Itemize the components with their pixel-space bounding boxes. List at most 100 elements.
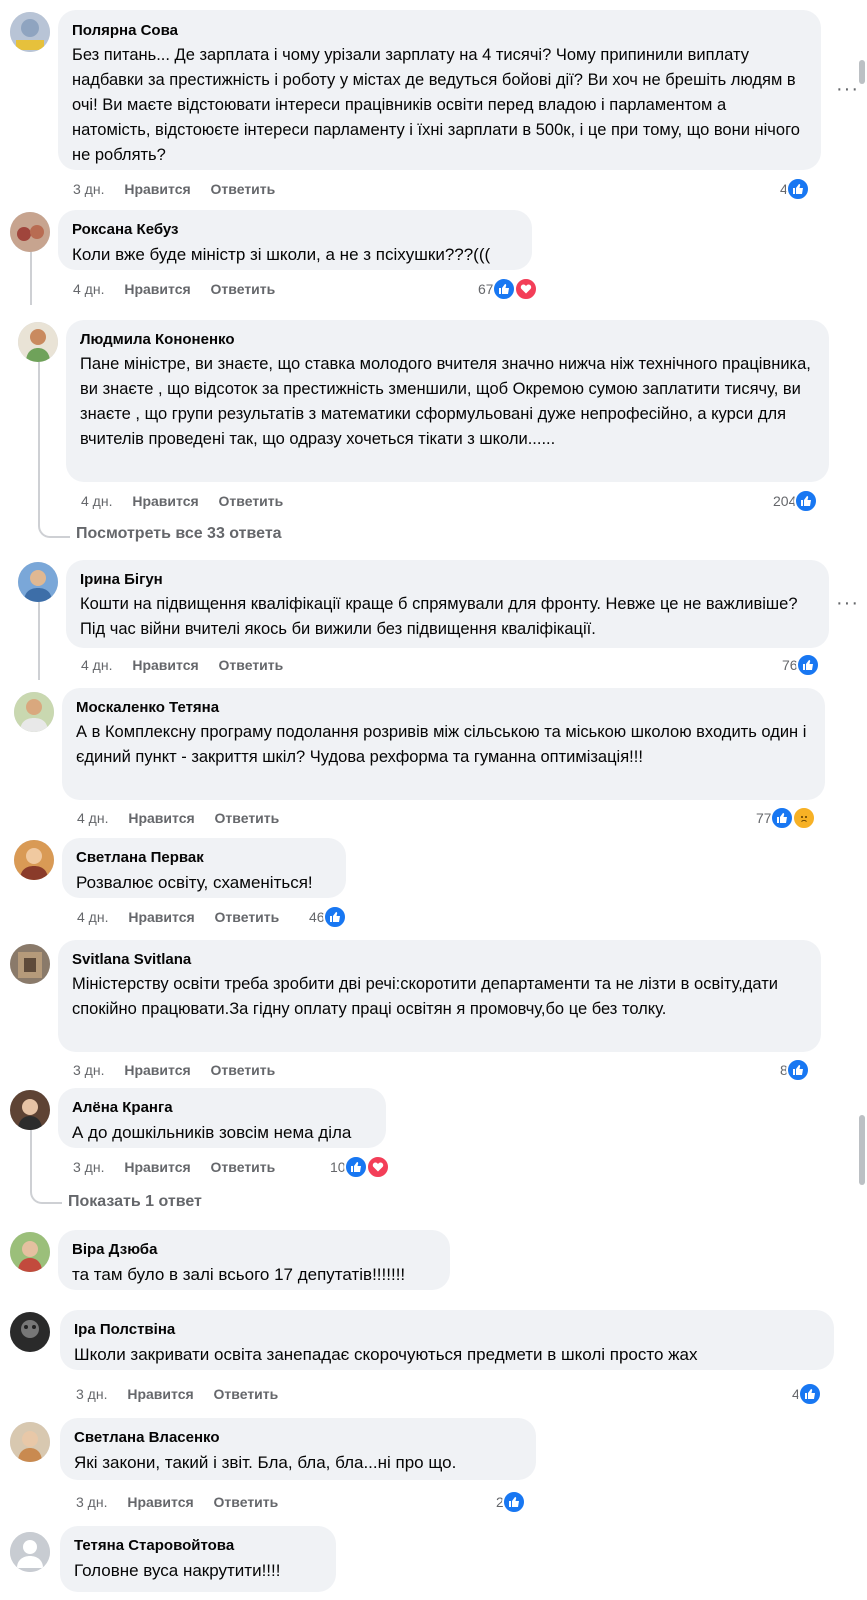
reactions[interactable]: 204 [773, 489, 819, 513]
comment-bubble: Светлана Власенко Які закони, такий і зв… [60, 1418, 536, 1480]
comment-text: Школи закривати освіта занепадає скорочу… [74, 1345, 698, 1364]
comment-time[interactable]: 4 дн. [73, 281, 104, 297]
reactions[interactable]: 77 [756, 806, 816, 830]
avatar[interactable] [10, 12, 50, 52]
reactions[interactable]: 46 [309, 905, 347, 929]
like-button[interactable]: Нравится [127, 1386, 193, 1402]
comment-bubble: Ірина Бігун Кошти на підвищення кваліфік… [66, 560, 829, 648]
comment-meta: 3 дн. Нравится Ответить [76, 1386, 294, 1402]
thumbs-up-icon [785, 1058, 810, 1082]
like-button[interactable]: Нравится [132, 657, 198, 673]
view-all-replies-link[interactable]: Посмотреть все 33 ответа [76, 525, 282, 543]
avatar[interactable] [10, 944, 50, 984]
reply-button[interactable]: Ответить [211, 1062, 276, 1078]
thumbs-up-icon [343, 1155, 368, 1179]
reply-button[interactable]: Ответить [219, 657, 284, 673]
comment-author[interactable]: Светлана Первак [76, 848, 332, 868]
comment-text: Які закони, такий і звіт. Бла, бла, бла.… [74, 1453, 457, 1472]
reaction-count: 204 [773, 493, 797, 509]
thread-line [30, 1130, 62, 1204]
like-button[interactable]: Нравится [132, 493, 198, 509]
scrollbar-thumb[interactable] [859, 1115, 865, 1185]
comment-author[interactable]: Светлана Власенко [74, 1428, 522, 1448]
avatar[interactable] [10, 1422, 50, 1462]
comment-bubble: Москаленко Тетяна А в Комплексну програм… [62, 688, 825, 800]
avatar[interactable] [10, 1312, 50, 1352]
like-button[interactable]: Нравится [128, 810, 194, 826]
avatar[interactable] [10, 1232, 50, 1272]
comment-time[interactable]: 4 дн. [81, 657, 112, 673]
comment-author[interactable]: Москаленко Тетяна [76, 698, 811, 718]
comment-bubble: Іра Полствіна Школи закривати освіта зан… [60, 1310, 834, 1370]
comment-author[interactable]: Полярна Сова [72, 21, 807, 41]
reactions[interactable]: 4 [792, 1382, 822, 1406]
reply-button[interactable]: Ответить [214, 1386, 279, 1402]
comment-text: та там було в залі всього 17 депутатів!!… [72, 1265, 406, 1284]
thread-line [38, 600, 40, 680]
comment-bubble: Віра Дзюба та там було в залі всього 17 … [58, 1230, 450, 1290]
like-button[interactable]: Нравится [127, 1494, 193, 1510]
comment-meta: 4 дн. Нравится Ответить [77, 810, 295, 826]
comment-author[interactable]: Svitlana Svitlana [72, 950, 807, 970]
comment-author[interactable]: Ірина Бігун [80, 570, 815, 590]
reply-button[interactable]: Ответить [214, 1494, 279, 1510]
reactions[interactable]: 10 [330, 1155, 390, 1179]
reactions[interactable]: 67 [478, 277, 538, 301]
comment-time[interactable]: 3 дн. [76, 1494, 107, 1510]
like-button[interactable]: Нравится [124, 181, 190, 197]
avatar[interactable] [14, 692, 54, 732]
comment-author[interactable]: Віра Дзюба [72, 1240, 436, 1260]
reply-button[interactable]: Ответить [215, 810, 280, 826]
like-button[interactable]: Нравится [124, 1062, 190, 1078]
reactions[interactable]: 2 [496, 1490, 526, 1514]
reply-button[interactable]: Ответить [211, 281, 276, 297]
like-button[interactable]: Нравится [124, 1159, 190, 1175]
comment-time[interactable]: 4 дн. [77, 909, 108, 925]
avatar[interactable] [18, 322, 58, 362]
like-button[interactable]: Нравится [128, 909, 194, 925]
comment-author[interactable]: Тетяна Старовойтова [74, 1536, 322, 1556]
comment-time[interactable]: 3 дн. [73, 1159, 104, 1175]
comment-author[interactable]: Іра Полствіна [74, 1320, 820, 1340]
thumbs-up-icon [491, 277, 516, 301]
comment-text: А до дошкільників зовсім нема діла [72, 1123, 352, 1142]
more-options-icon[interactable]: ··· [836, 592, 859, 615]
reactions[interactable]: 4 [780, 177, 810, 201]
scrollbar-thumb[interactable] [859, 60, 865, 84]
comment-author[interactable]: Алёна Кранга [72, 1098, 372, 1118]
like-button[interactable]: Нравится [124, 281, 190, 297]
thumbs-up-icon [795, 653, 820, 677]
avatar[interactable] [10, 212, 50, 252]
more-options-icon[interactable]: ··· [836, 78, 859, 101]
show-reply-link[interactable]: Показать 1 ответ [68, 1193, 202, 1211]
comment-time[interactable]: 4 дн. [77, 810, 108, 826]
comment-author[interactable]: Людмила Кононенко [80, 330, 815, 350]
reply-button[interactable]: Ответить [219, 493, 284, 509]
avatar[interactable] [18, 562, 58, 602]
sad-face-icon [791, 806, 816, 830]
reply-button[interactable]: Ответить [211, 1159, 276, 1175]
reactions[interactable]: 8 [780, 1058, 810, 1082]
avatar[interactable] [14, 840, 54, 880]
heart-icon [513, 277, 538, 301]
comment-time[interactable]: 3 дн. [76, 1386, 107, 1402]
thumbs-up-icon [769, 806, 794, 830]
thumbs-up-icon [322, 905, 347, 929]
avatar[interactable] [10, 1532, 50, 1572]
reactions[interactable]: 76 [782, 653, 820, 677]
comment-bubble: Алёна Кранга А до дошкільників зовсім не… [58, 1088, 386, 1148]
comment-text: Міністерству освіти треба зробити дві ре… [72, 975, 779, 1018]
comment-text: А в Комплексну програму подолання розрив… [76, 723, 807, 766]
comment-meta: 3 дн. Нравится Ответить [73, 1062, 291, 1078]
comment-bubble: Роксана Кебуз Коли вже буде міністр зі ш… [58, 210, 532, 270]
avatar[interactable] [10, 1090, 50, 1130]
comment-time[interactable]: 4 дн. [81, 493, 112, 509]
comment-time[interactable]: 3 дн. [73, 181, 104, 197]
thread-line [30, 250, 32, 305]
reply-button[interactable]: Ответить [211, 181, 276, 197]
comment-bubble: Людмила Кононенко Пане міністре, ви знає… [66, 320, 829, 482]
reply-button[interactable]: Ответить [215, 909, 280, 925]
comment-author[interactable]: Роксана Кебуз [72, 220, 518, 240]
comment-time[interactable]: 3 дн. [73, 1062, 104, 1078]
comment-meta: 3 дн. Нравится Ответить [73, 1159, 291, 1175]
